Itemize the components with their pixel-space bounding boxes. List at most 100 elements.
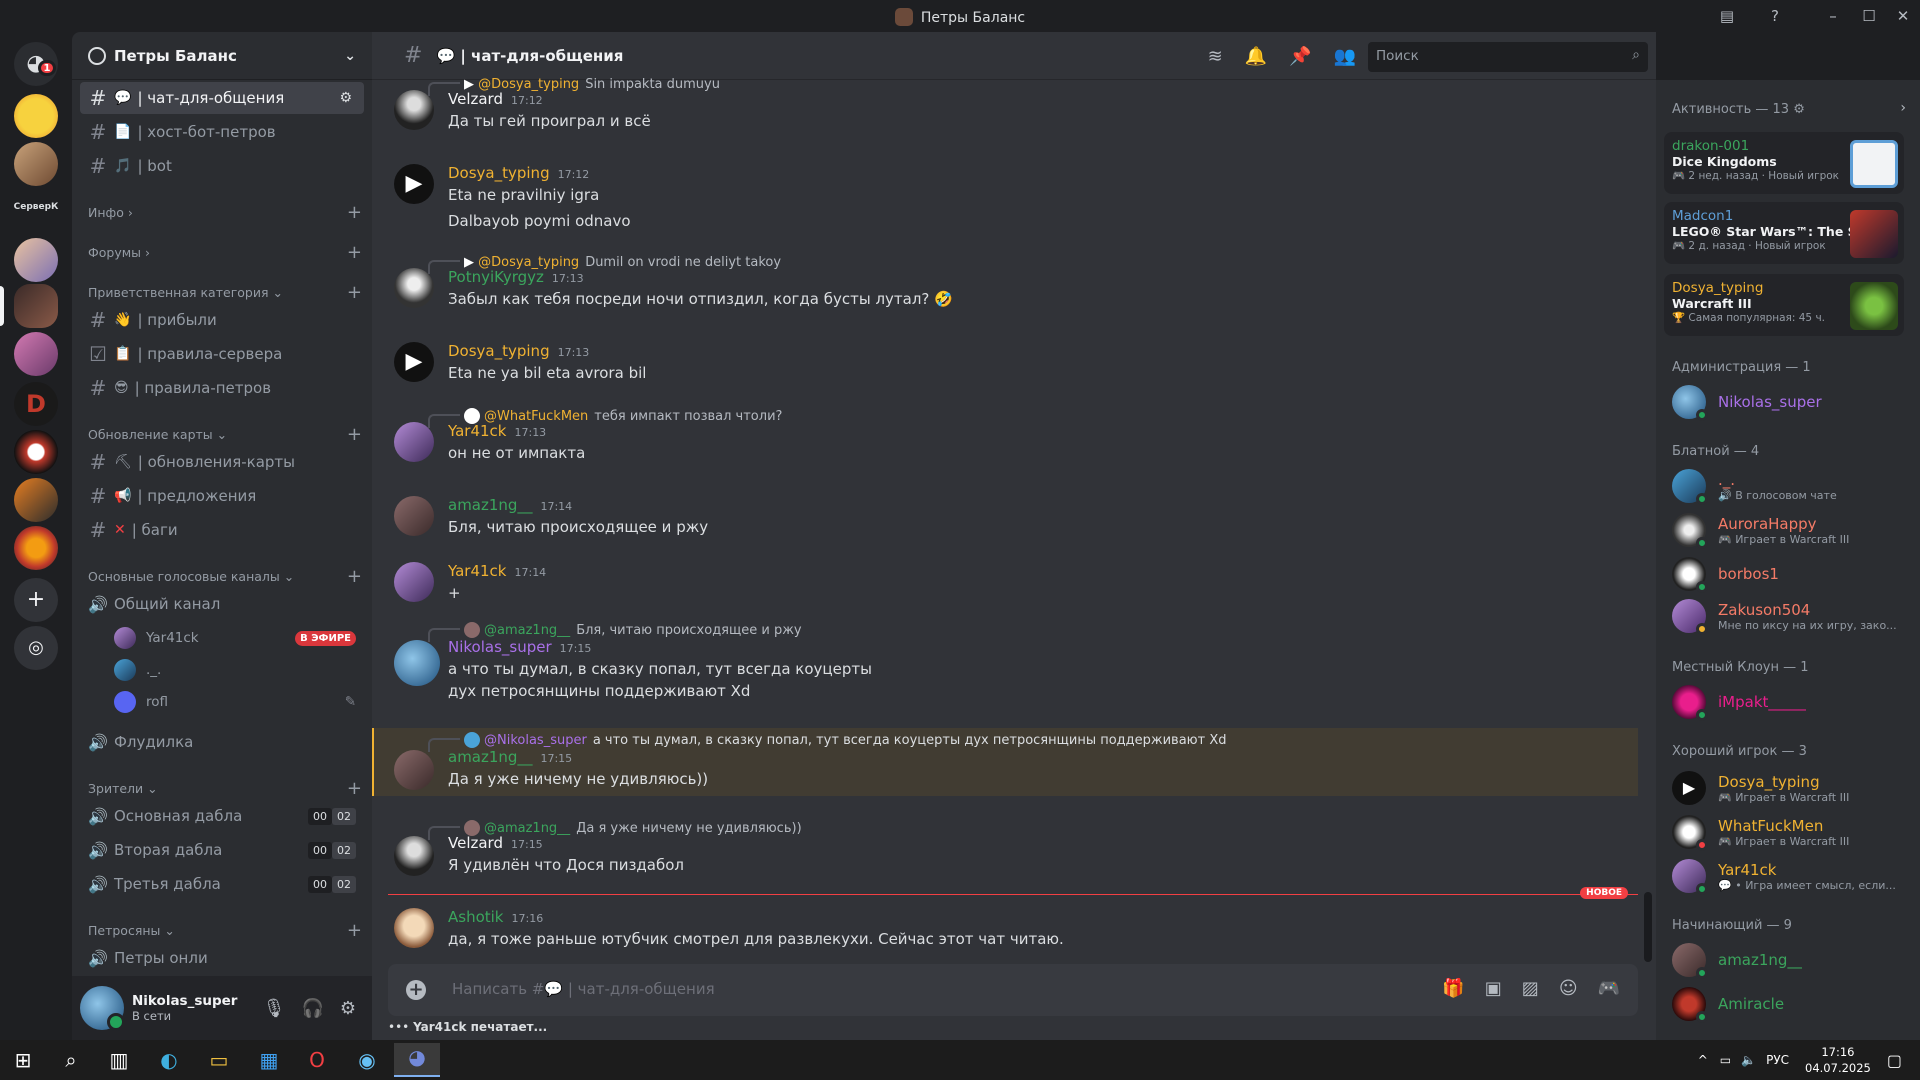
member-row[interactable]: AuroraHappy 🎮 Играет в Warcraft III bbox=[1664, 508, 1912, 552]
server-icon-emoji[interactable] bbox=[14, 94, 58, 138]
message[interactable]: amaz1ng__ 17:14 Бля, читаю происходящее и… bbox=[388, 492, 1638, 542]
avatar[interactable]: ▶ bbox=[394, 342, 434, 382]
add-channel-icon[interactable]: + bbox=[347, 282, 362, 303]
activity-card[interactable]: Madcon1 LEGO® Star Wars™: The Sk... 🎮 2 … bbox=[1664, 202, 1904, 264]
author-name[interactable]: Dosya_typing 17:12 bbox=[448, 164, 589, 182]
task-view-icon[interactable]: ▥ bbox=[104, 1046, 134, 1074]
file-explorer-icon[interactable]: ▭ bbox=[204, 1046, 234, 1074]
avatar[interactable]: ▶ bbox=[394, 164, 434, 204]
avatar[interactable] bbox=[394, 422, 434, 462]
add-channel-icon[interactable]: + bbox=[347, 566, 362, 587]
channel-suggestions[interactable]: # 📢 | предложения bbox=[80, 480, 364, 512]
threads-icon[interactable]: ≋ bbox=[1208, 46, 1223, 67]
voice-user[interactable]: rofl ✎ bbox=[114, 688, 364, 716]
members-icon[interactable]: 👥 bbox=[1334, 46, 1356, 67]
emoji-icon[interactable]: ☺ bbox=[1559, 978, 1578, 999]
member-row[interactable]: borbos1 bbox=[1664, 552, 1912, 596]
message-input[interactable]: Написать #💬 | чат-для-общения bbox=[452, 980, 715, 998]
add-channel-icon[interactable]: + bbox=[347, 920, 362, 941]
notifications-icon[interactable]: ▢ bbox=[1887, 1051, 1902, 1070]
category-voice[interactable]: Основные голосовые каналы ⌄ + bbox=[88, 566, 364, 587]
message[interactable]: ▶ Dosya_typing 17:13 Eta ne ya bil eta av… bbox=[388, 338, 1638, 388]
clock[interactable]: 17:16 04.07.2025 bbox=[1805, 1044, 1871, 1076]
user-avatar[interactable] bbox=[80, 986, 125, 1031]
server-label[interactable]: СерверК bbox=[8, 202, 64, 212]
add-channel-icon[interactable]: + bbox=[347, 424, 362, 445]
server-icon-5[interactable] bbox=[14, 430, 58, 474]
server-icon-medoed[interactable] bbox=[14, 478, 58, 522]
voice-channel-petry-only[interactable]: 🔊 Петры онли bbox=[80, 942, 364, 974]
help-icon[interactable]: ? bbox=[1762, 5, 1788, 27]
message[interactable]: Ashotik 17:16 да, я тоже раньше ютубчик с… bbox=[388, 904, 1638, 954]
avatar[interactable] bbox=[394, 836, 434, 876]
chevron-right-icon[interactable]: › bbox=[1900, 100, 1906, 116]
member-row[interactable]: iMpakt_____ bbox=[1664, 680, 1912, 724]
member-row[interactable]: Yar41ck 💬 • Игра имеет смысл, если... bbox=[1664, 854, 1912, 898]
voice-channel-general[interactable]: 🔊 Общий канал bbox=[80, 588, 364, 620]
member-row[interactable]: ▶ Dosya_typing 🎮 Играет в Warcraft III bbox=[1664, 766, 1912, 810]
channel-bot[interactable]: # 🎵 | bot bbox=[80, 150, 364, 182]
tray-expand-icon[interactable]: ^ bbox=[1698, 1053, 1708, 1067]
voice-user[interactable]: Yar41ck В ЭФИРЕ bbox=[114, 624, 364, 652]
voice-channel-third-double[interactable]: 🔊 Третья дабла 00 02 bbox=[80, 868, 364, 900]
author-name[interactable]: Velzard 17:15 bbox=[448, 834, 543, 852]
message[interactable]: ▶ Dosya_typing 17:12 Eta ne pravilniy igr… bbox=[388, 160, 1638, 230]
server-icon-3[interactable] bbox=[14, 238, 58, 282]
gamepad-icon[interactable]: 🎮 bbox=[1598, 978, 1620, 999]
channel-map-updates[interactable]: # ⛏ | обновления-карты bbox=[80, 446, 364, 478]
server-icon-6[interactable] bbox=[14, 526, 58, 570]
author-name[interactable]: Yar41ck 17:14 bbox=[448, 562, 546, 580]
channel-settings-icon[interactable]: ⚙ bbox=[339, 90, 356, 106]
message[interactable]: @WhatFuckMen тебя импакт позвал чтоли? Ya… bbox=[388, 404, 1638, 474]
category-viewers[interactable]: Зрители ⌄ + bbox=[88, 778, 364, 799]
volume-icon[interactable]: 🔈 bbox=[1741, 1053, 1756, 1067]
member-row[interactable]: amaz1ng__ bbox=[1664, 938, 1912, 982]
avatar[interactable] bbox=[394, 562, 434, 602]
discover-icon[interactable]: ◎ bbox=[14, 626, 58, 670]
member-row[interactable]: Nikolas_super bbox=[1664, 380, 1912, 424]
maximize-button[interactable]: ☐ bbox=[1856, 5, 1882, 27]
add-attachment-icon[interactable]: + bbox=[406, 980, 426, 1000]
avatar[interactable] bbox=[394, 268, 434, 308]
search-icon[interactable]: ⌕ bbox=[56, 1046, 86, 1074]
author-name[interactable]: amaz1ng__ 17:14 bbox=[448, 496, 572, 514]
network-icon[interactable]: ▭ bbox=[1720, 1053, 1731, 1067]
notification-bell-icon[interactable]: 🔔 bbox=[1245, 46, 1267, 67]
author-name[interactable]: amaz1ng__ 17:15 bbox=[448, 748, 572, 766]
author-name[interactable]: PotnyiKyrgyz 17:13 bbox=[448, 268, 584, 286]
member-row[interactable]: ._. 🔊 В голосовом чате bbox=[1664, 464, 1912, 508]
user-settings-icon[interactable]: ⚙ bbox=[340, 998, 356, 1019]
opera-icon[interactable]: O bbox=[302, 1046, 332, 1074]
member-row[interactable]: Amiracle bbox=[1664, 982, 1912, 1026]
search-input[interactable]: Поиск ⌕ bbox=[1368, 42, 1648, 72]
server-icon-2[interactable] bbox=[14, 142, 58, 186]
pin-icon[interactable]: 📌 bbox=[1289, 46, 1311, 67]
gift-icon[interactable]: 🎁 bbox=[1442, 978, 1464, 999]
message[interactable]: @Nikolas_super а что ты думал, в сказку п… bbox=[388, 728, 1638, 798]
activity-card[interactable]: Dosya_typing Warcraft III 🏆 Самая популя… bbox=[1664, 274, 1904, 336]
avatar[interactable] bbox=[394, 90, 434, 130]
channel-chat[interactable]: # 💬 | чат-для-общения ⚙ bbox=[80, 82, 364, 114]
channel-server-rules[interactable]: ☑ 📋 | правила-сервера bbox=[80, 338, 364, 370]
message[interactable]: Yar41ck 17:14 + bbox=[388, 558, 1638, 608]
voice-user[interactable]: ._. bbox=[114, 656, 364, 684]
channel-petry-rules[interactable]: # 😎 | правила-петров bbox=[80, 372, 364, 404]
avatar[interactable] bbox=[394, 496, 434, 536]
author-name[interactable]: Nikolas_super 17:15 bbox=[448, 638, 591, 656]
scrollbar[interactable] bbox=[1644, 892, 1652, 962]
message[interactable]: ▶ @Dosya_typing Sin impakta dumuyu Velzar… bbox=[388, 72, 1638, 142]
category-info[interactable]: Инфо › + bbox=[88, 202, 364, 223]
avatar[interactable] bbox=[394, 908, 434, 948]
steam-icon[interactable]: ◉ bbox=[352, 1046, 382, 1074]
avatar[interactable] bbox=[394, 640, 440, 686]
message[interactable]: @amaz1ng__ Бля, читаю происходящее и ржу … bbox=[388, 618, 1638, 708]
channel-arrived[interactable]: # 👋 | прибыли bbox=[80, 304, 364, 336]
author-name[interactable]: Velzard 17:12 bbox=[448, 90, 543, 108]
avatar[interactable] bbox=[394, 750, 434, 790]
category-petrosyany[interactable]: Петросяны ⌄ + bbox=[88, 920, 364, 941]
channel-bugs[interactable]: # ✕ | баги bbox=[80, 514, 364, 546]
server-icon-petry[interactable] bbox=[14, 284, 58, 328]
voice-channel-second-double[interactable]: 🔊 Вторая дабла 00 02 bbox=[80, 834, 364, 866]
author-name[interactable]: Dosya_typing 17:13 bbox=[448, 342, 589, 360]
voice-channel-main-double[interactable]: 🔊 Основная дабла 00 02 bbox=[80, 800, 364, 832]
